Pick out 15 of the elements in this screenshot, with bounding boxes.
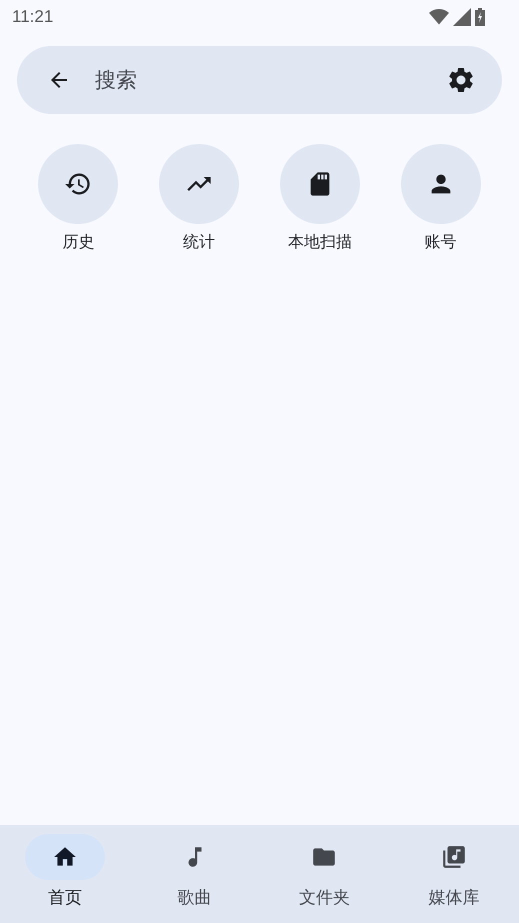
nav-tab[interactable]: 文件夹 — [260, 825, 390, 923]
search-bar[interactable]: 搜索 — [17, 46, 502, 114]
nav-tab[interactable]: 媒体库 — [389, 825, 519, 923]
shortcut-label: 统计 — [183, 232, 216, 253]
status-time: 11:21 — [12, 7, 54, 27]
search-field[interactable]: 搜索 — [93, 67, 446, 93]
battery-icon — [475, 8, 485, 26]
music-library-icon — [441, 844, 468, 870]
shortcut-label: 账号 — [424, 232, 457, 253]
nav-tab[interactable]: 首页 — [0, 825, 130, 923]
shortcut-label: 历史 — [62, 232, 94, 253]
wifi-icon — [429, 9, 449, 25]
signal-icon — [453, 8, 471, 26]
nav-tab[interactable]: 歌曲 — [130, 825, 260, 923]
shortcut-label: 本地扫描 — [288, 232, 352, 253]
